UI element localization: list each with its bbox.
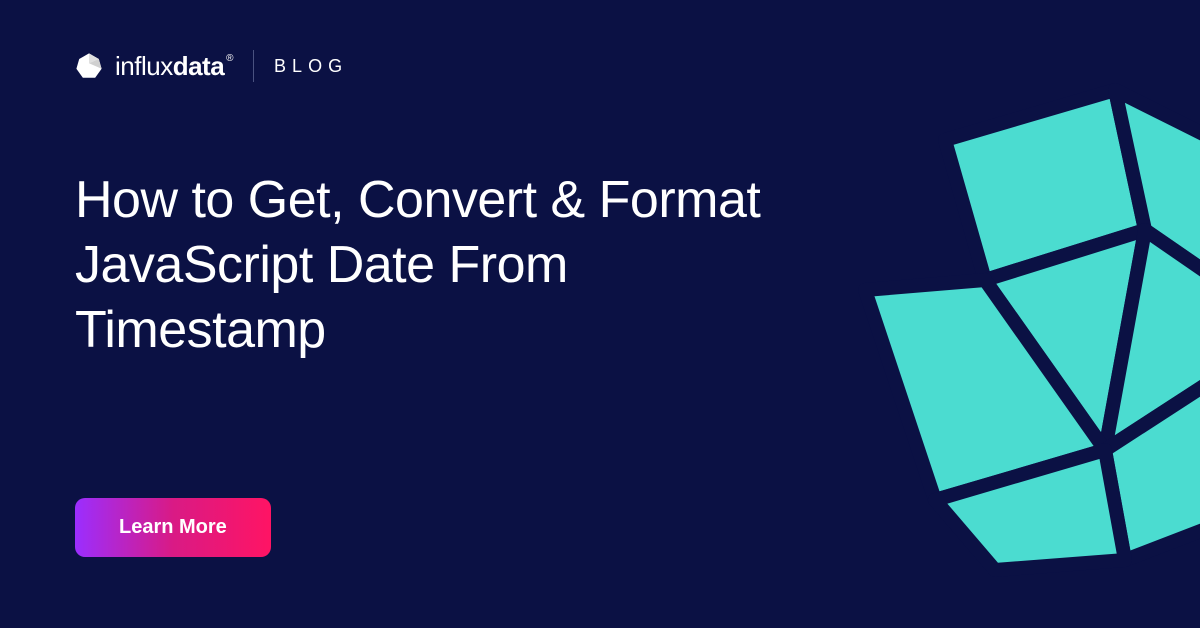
brand-prefix: influx xyxy=(115,51,173,82)
blog-label: BLOG xyxy=(274,56,348,77)
header: influxdata® BLOG xyxy=(75,50,348,82)
brand-wordmark: influxdata® xyxy=(115,51,233,82)
influxdata-logo-icon xyxy=(75,52,103,80)
brand-logo: influxdata® xyxy=(75,51,233,82)
learn-more-button[interactable]: Learn More xyxy=(75,498,271,557)
registered-mark: ® xyxy=(226,53,233,64)
header-divider xyxy=(253,50,254,82)
polyhedron-graphic-icon xyxy=(815,80,1200,580)
brand-suffix: data xyxy=(173,51,224,82)
page-headline: How to Get, Convert & Format JavaScript … xyxy=(75,168,775,363)
